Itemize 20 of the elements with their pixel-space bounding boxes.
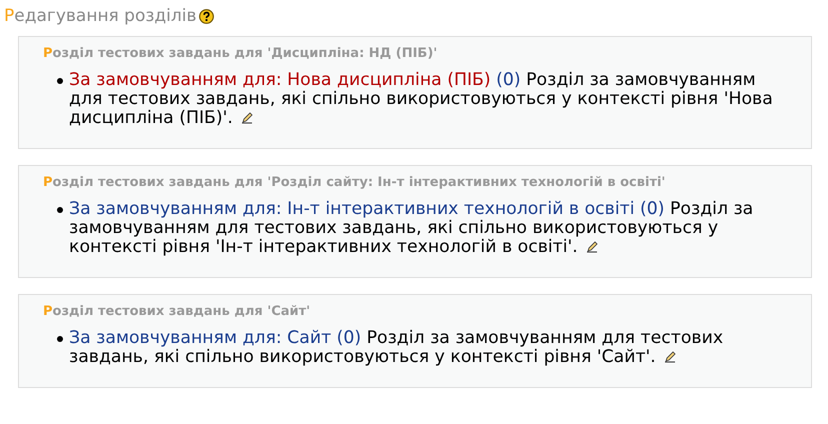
pencil-icon[interactable] bbox=[586, 241, 598, 253]
pencil-icon[interactable] bbox=[240, 112, 253, 124]
category-description: За замовчуванням для: Нова дисципліна (ПІБ) (0) Розділ за замовчуванням для тестових завдань, які спільно використовуються у контексті рівня 'Нова дисципліна (ПІБ)'. bbox=[69, 71, 774, 128]
category-link[interactable]: За замовчуванням для: Ін-т інтерактивних технологій в освіті bbox=[69, 199, 635, 219]
question-count: (0) bbox=[640, 199, 665, 219]
section-heading: Розділ тестових завдань для 'Дисципліна: НД (ПІБ)' bbox=[43, 46, 438, 61]
page-title: Редагування розділів bbox=[4, 6, 197, 26]
category-link[interactable]: За замовчуванням для: Сайт bbox=[69, 328, 332, 348]
category-link[interactable]: За замовчуванням для: Нова дисципліна (ПІБ) bbox=[69, 70, 491, 90]
bullet-icon bbox=[57, 207, 63, 213]
question-count: (0) bbox=[336, 328, 362, 348]
pencil-icon[interactable] bbox=[664, 351, 676, 363]
question-count: (0) bbox=[496, 70, 521, 90]
bullet-icon bbox=[57, 78, 63, 84]
section-heading: Розділ тестових завдань для 'Розділ сайту: Ін-т інтерактивних технологій в освіті' bbox=[43, 175, 666, 190]
category-description: За замовчуванням для: Сайт (0) Розділ за замовчуванням для тестових завдань, які спільно використовуються у контексті рівня 'Сайт'. bbox=[69, 329, 724, 367]
section-heading: Розділ тестових завдань для 'Сайт' bbox=[43, 304, 312, 319]
category-description: За замовчуванням для: Ін-т інтерактивних технологій в освіті (0) Розділ за замовчуванням для тестових завдань, які спільно використовуються у контексті рівня 'Ін-т інтерактивних технологій в освіті'. bbox=[69, 200, 754, 257]
bullet-icon bbox=[57, 336, 63, 342]
help-icon[interactable] bbox=[198, 8, 214, 24]
